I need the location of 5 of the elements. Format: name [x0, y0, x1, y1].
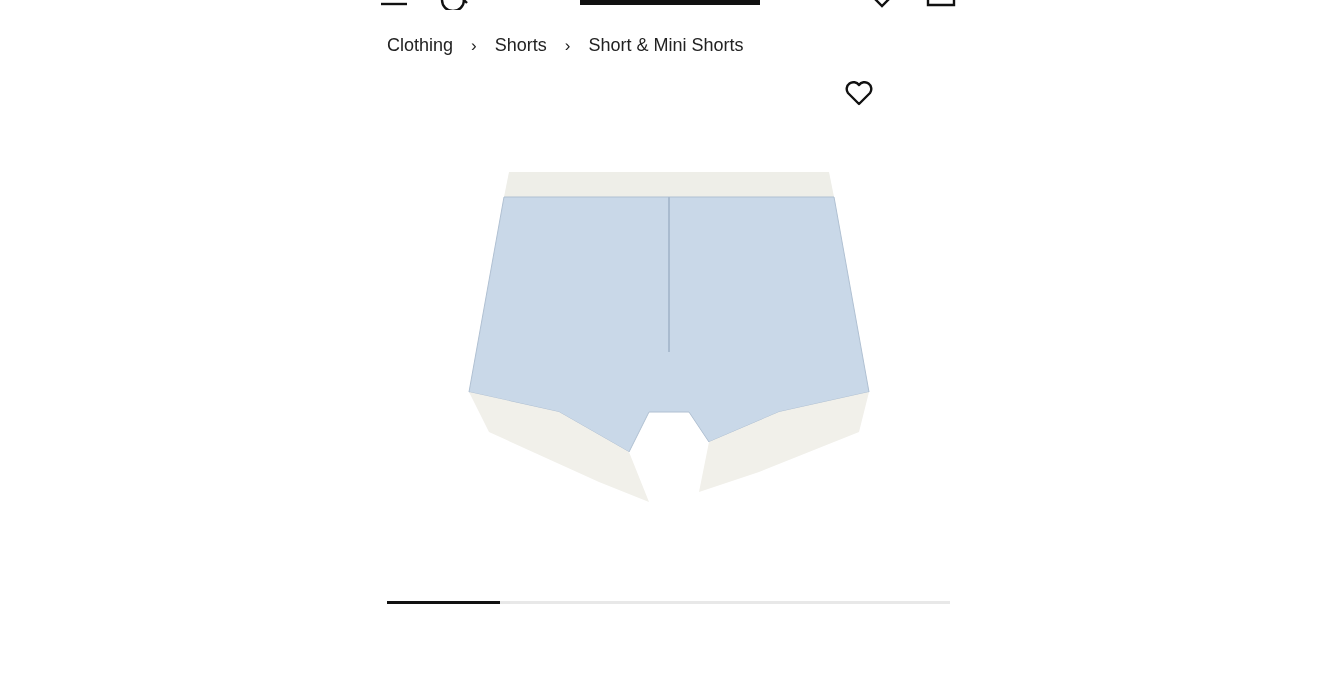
breadcrumb-separator: › — [564, 35, 571, 56]
breadcrumb-link[interactable]: Shorts — [494, 35, 547, 56]
breadcrumb-link[interactable]: Clothing — [387, 35, 454, 56]
breadcrumb-link[interactable]: Short & Mini Shorts — [588, 35, 744, 56]
breadcrumb-separator: › — [471, 35, 477, 56]
